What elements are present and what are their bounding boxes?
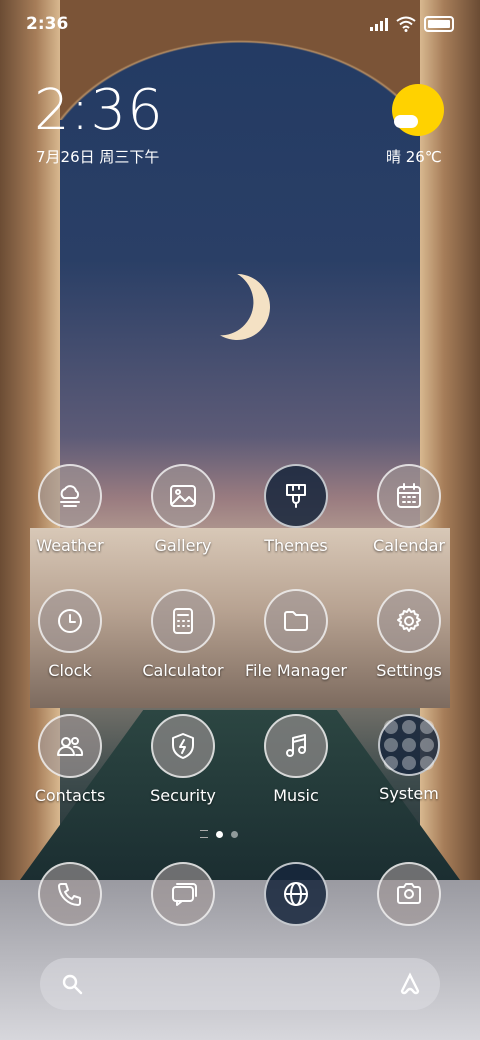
folder-grid-icon[interactable] (378, 714, 440, 776)
page-menu-icon[interactable] (200, 830, 208, 838)
app-file-manager[interactable]: File Manager (240, 589, 352, 680)
weather-icon-button[interactable] (38, 464, 102, 528)
shield-icon (172, 733, 194, 759)
clock-widget-date[interactable]: 7月26日 周三下午 (36, 146, 159, 167)
weather-icon (60, 485, 80, 507)
shield-icon-button[interactable] (151, 714, 215, 778)
app-contacts[interactable]: Contacts (14, 714, 126, 805)
assistant-icon[interactable] (398, 972, 422, 996)
app-label: Settings (376, 661, 442, 680)
page-dot-active[interactable] (216, 830, 223, 838)
gallery-icon-button[interactable] (151, 464, 215, 528)
wifi-icon (396, 16, 416, 32)
app-weather[interactable]: Weather (14, 464, 126, 555)
app-clock[interactable]: Clock (14, 589, 126, 680)
dock-camera[interactable] (353, 862, 465, 926)
folder-grid (384, 720, 434, 770)
folder-icon (284, 611, 308, 631)
contacts-icon (57, 737, 84, 756)
app-label: File Manager (245, 661, 347, 680)
calculator-icon-button[interactable] (151, 589, 215, 653)
app-label: Gallery (154, 536, 212, 555)
sunny-icon[interactable] (392, 84, 444, 136)
app-label: Calendar (373, 536, 445, 555)
messages-icon[interactable] (151, 862, 215, 926)
status-bar: 2:36 (0, 0, 480, 50)
contacts-icon-button[interactable] (38, 714, 102, 778)
app-music[interactable]: Music (240, 714, 352, 805)
calendar-icon-button[interactable] (377, 464, 441, 528)
app-settings[interactable]: Settings (353, 589, 465, 680)
music-note-icon-button[interactable] (264, 714, 328, 778)
app-system-folder[interactable]: System (353, 714, 465, 803)
app-label: Security (150, 786, 216, 805)
dock-phone[interactable] (14, 862, 126, 926)
camera-icon[interactable] (377, 862, 441, 926)
app-label: System (379, 784, 439, 803)
clock-icon (58, 609, 82, 633)
browser-icon[interactable] (264, 862, 328, 926)
gear-icon (397, 608, 421, 632)
app-gallery[interactable]: Gallery (127, 464, 239, 555)
music-note-icon (286, 734, 306, 757)
folder-icon-button[interactable] (264, 589, 328, 653)
app-label: Contacts (34, 786, 106, 805)
wallpaper-moon (195, 265, 280, 350)
app-calendar[interactable]: Calendar (353, 464, 465, 555)
app-themes[interactable]: Themes (240, 464, 352, 555)
gear-icon-button[interactable] (377, 589, 441, 653)
calendar-icon (397, 483, 421, 508)
calculator-icon (173, 608, 193, 634)
search-icon[interactable] (60, 972, 84, 996)
signal-icon (370, 17, 388, 31)
app-security[interactable]: Security (127, 714, 239, 805)
brush-icon-button[interactable] (264, 464, 328, 528)
clock-icon-button[interactable] (38, 589, 102, 653)
dock-messages[interactable] (127, 862, 239, 926)
clock-widget-time[interactable]: 2:36 (34, 78, 164, 143)
phone-icon[interactable] (38, 862, 102, 926)
app-label: Clock (48, 661, 92, 680)
app-label: Themes (264, 536, 328, 555)
app-label: Weather (36, 536, 104, 555)
home-screen: 2:36 2:36 7月26日 周三下午 晴 26℃ Weather Galle… (0, 0, 480, 1040)
search-bar[interactable] (40, 958, 440, 1010)
app-label: Calculator (142, 661, 224, 680)
cloud-icon (394, 115, 418, 128)
status-time: 2:36 (26, 14, 69, 34)
app-calculator[interactable]: Calculator (127, 589, 239, 680)
status-icons (370, 16, 454, 32)
dock-browser[interactable] (240, 862, 352, 926)
battery-icon (424, 16, 454, 32)
weather-widget-text[interactable]: 晴 26℃ (386, 146, 442, 167)
app-label: Music (273, 786, 319, 805)
gallery-icon (170, 485, 196, 507)
page-dot[interactable] (231, 830, 238, 838)
brush-icon (286, 484, 306, 508)
page-indicator (200, 830, 238, 838)
